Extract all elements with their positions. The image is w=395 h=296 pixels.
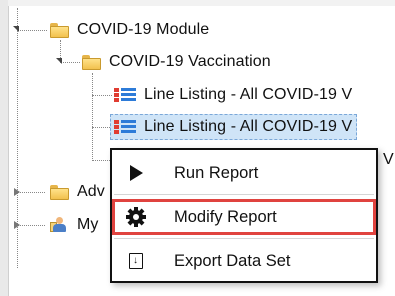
tree-node-label: Line Listing - All COVID-19 V (144, 86, 353, 103)
collapse-toggle-icon[interactable] (13, 26, 19, 32)
tree-connector (17, 225, 45, 226)
folder-icon (82, 54, 101, 70)
expand-toggle-icon[interactable] (14, 188, 20, 196)
tree-connector (17, 192, 45, 193)
tree-connector (17, 8, 18, 268)
tree-connector (17, 30, 47, 31)
tree-node-covid-module[interactable]: COVID-19 Module (50, 18, 209, 42)
tree-connector (60, 62, 80, 63)
folder-icon (50, 22, 69, 38)
tree-node-label: Line Listing - All COVID-19 V (144, 118, 353, 135)
menu-item-label: Run Report (174, 163, 259, 182)
menu-item-label: Export Data Set (174, 251, 291, 270)
tree-node-covid-vaccination[interactable]: COVID-19 Vaccination (82, 50, 271, 74)
tree-connector (92, 127, 112, 128)
tree-connector (92, 95, 112, 96)
expand-toggle-icon[interactable] (14, 221, 20, 229)
tree-node-my[interactable]: My (50, 213, 99, 237)
user-folder-icon (50, 217, 69, 233)
play-icon (126, 163, 146, 183)
tree-node-label: V (383, 151, 394, 168)
tree-connector (92, 160, 112, 161)
menu-divider (114, 238, 374, 239)
context-menu: Run Report Modify Report ↓ Export Data S… (110, 148, 378, 283)
tree-connector (92, 73, 93, 161)
list-report-icon (114, 87, 136, 103)
folder-icon (50, 184, 69, 200)
tree-node-label: COVID-19 Module (77, 21, 210, 38)
menu-item-run-report[interactable]: Run Report (112, 152, 376, 194)
tree-node-line-listing-1[interactable]: Line Listing - All COVID-19 V (114, 83, 352, 107)
export-icon: ↓ (126, 251, 146, 271)
tree-node-label: COVID-19 Vaccination (109, 53, 271, 70)
collapse-toggle-icon[interactable] (56, 58, 62, 64)
tree-node-label: My (77, 216, 99, 233)
modify-report-highlight-box (112, 199, 376, 235)
tree-node-partial-label: V (383, 148, 394, 172)
tree-node-line-listing-2-selected[interactable]: Line Listing - All COVID-19 V (110, 114, 358, 140)
list-report-icon (114, 119, 136, 135)
menu-divider (114, 194, 374, 195)
tree-node-adv[interactable]: Adv (50, 180, 105, 204)
tree-node-label: Adv (77, 183, 105, 200)
menu-item-export-data-set[interactable]: ↓ Export Data Set (112, 240, 376, 282)
